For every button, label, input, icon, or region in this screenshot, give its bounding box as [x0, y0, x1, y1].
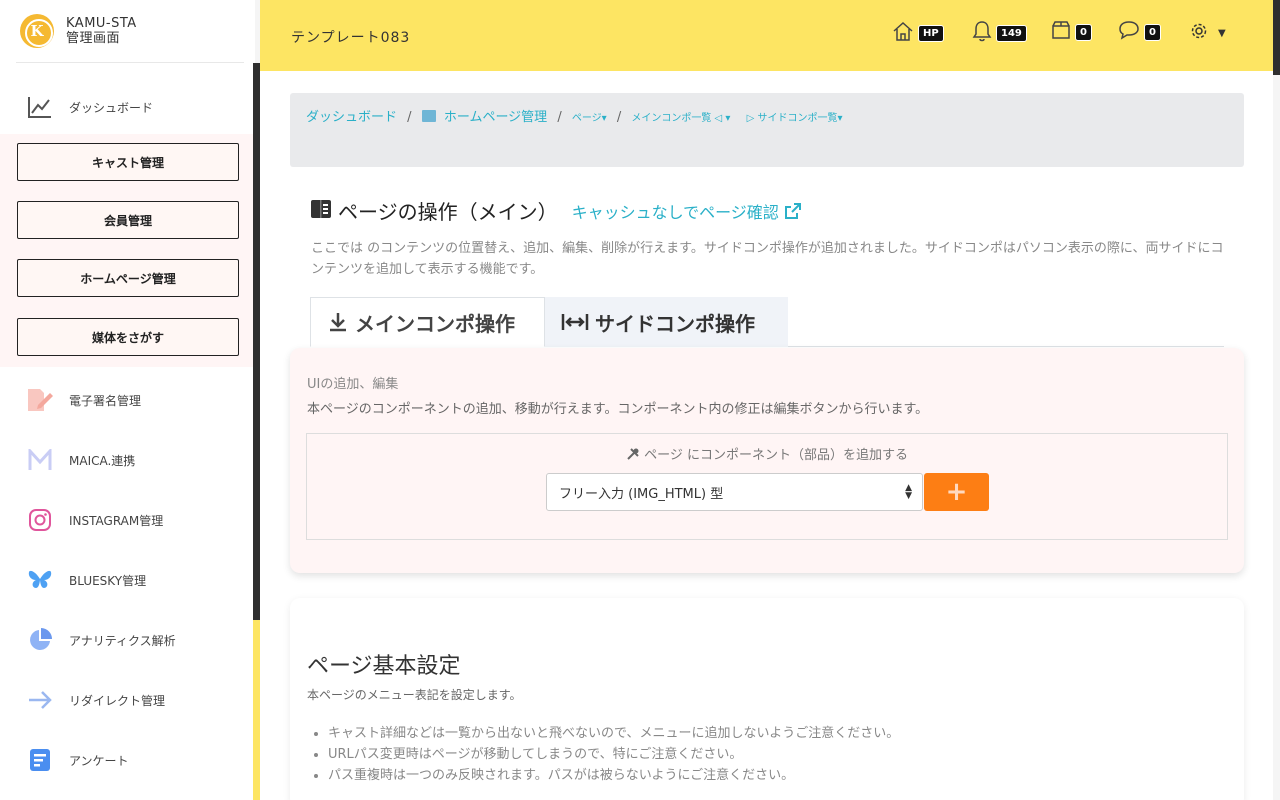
breadcrumb-separator: / [557, 110, 562, 125]
box-icon [1051, 20, 1071, 44]
find-media-button[interactable]: 媒体をさがす [17, 318, 239, 356]
divider [16, 62, 244, 63]
breadcrumb-side-list-dropdown[interactable]: ▷ サイドコンポ一覧▾ [747, 113, 843, 124]
page-title: ページの操作（メイン） [338, 200, 558, 224]
sidebar-item-survey[interactable]: アンケート [0, 730, 253, 790]
sidebar-rail-accent [253, 620, 260, 800]
sidebar-item-analytics[interactable]: アナリティクス解析 [0, 610, 253, 670]
breadcrumb-page-dropdown[interactable]: ページ▾ [572, 113, 607, 124]
external-link-icon [784, 202, 801, 219]
component-tabs: メインコンポ操作 サイドコンポ操作 [310, 297, 1224, 347]
tab-side-component[interactable]: サイドコンポ操作 [545, 297, 788, 347]
sidebar-item-label: BLUESKY管理 [69, 573, 147, 588]
component-type-select[interactable]: フリー入力 (IMG_HTML) 型 ▲ ▼ [546, 473, 923, 511]
sidebar-item-maica[interactable]: MAICA.連携 [0, 430, 253, 490]
list-item: パス重複時は一つのみ反映されます。パスがは被らないようにご注意ください。 [328, 765, 899, 786]
add-component-label: ページ にコンポーネント（部品）を追加する [307, 444, 1227, 463]
butterfly-icon [26, 566, 54, 594]
sidebar-item-redirect[interactable]: リダイレクト管理 [0, 670, 253, 730]
brand-text: KAMU-STA 管理画面 [66, 16, 137, 46]
brand-subtitle: 管理画面 [66, 31, 121, 46]
brand-name: KAMU-STA [66, 16, 137, 31]
form-icon [26, 746, 54, 774]
kamusta-logo-icon: K [20, 14, 54, 48]
message-count: 0 [1144, 23, 1161, 41]
cache-less-preview-link[interactable]: キャッシュなしでページ確認 [572, 199, 802, 223]
brand[interactable]: K KAMU-STA 管理画面 [20, 14, 137, 48]
top-header: テンプレート083 HP 149 0 0 ▼ [260, 0, 1273, 71]
sidebar-item-label: ダッシュボード [69, 100, 154, 115]
ui-edit-card: UIの追加、編集 本ページのコンポーネントの追加、移動が行えます。コンポーネント… [290, 348, 1244, 573]
list-item: キャスト詳細などは一覧から出ないと飛べないので、メニューに追加しないようご注意く… [328, 723, 899, 744]
sidebar-item-label: INSTAGRAM管理 [69, 513, 164, 528]
add-component-box: ページ にコンポーネント（部品）を追加する フリー入力 (IMG_HTML) 型… [306, 433, 1228, 540]
messages-button[interactable]: 0 [1118, 20, 1161, 44]
basic-settings-lead: 本ページのメニュー表記を設定します。 [307, 688, 522, 702]
tools-icon [626, 448, 644, 463]
book-icon [310, 199, 332, 223]
tab-main-component[interactable]: メインコンポ操作 [310, 297, 545, 347]
list-item: URLパス変更時はページが移動してしまうので、特にご注意ください。 [328, 744, 899, 765]
m-logo-icon [26, 446, 54, 474]
page-basic-settings-card: ページ基本設定 本ページのメニュー表記を設定します。 キャスト詳細などは一覧から… [290, 598, 1244, 800]
sidebar-item-esign[interactable]: 電子署名管理 [0, 370, 253, 430]
caret-down-icon: ▼ [1218, 27, 1226, 39]
arrow-right-icon [26, 686, 54, 714]
home-badge: HP [918, 24, 944, 42]
sidebar-item-dashboard[interactable]: ダッシュボード [0, 77, 253, 137]
basic-settings-notes: キャスト詳細などは一覧から出ないと飛べないので、メニューに追加しないようご注意く… [328, 723, 899, 786]
pen-document-icon [26, 386, 54, 414]
basic-settings-title: ページ基本設定 [307, 654, 461, 679]
member-management-button[interactable]: 会員管理 [17, 201, 239, 239]
add-component-button[interactable]: + [924, 473, 989, 511]
site-title: テンプレート083 [291, 30, 411, 46]
sidebar-item-instagram[interactable]: INSTAGRAM管理 [0, 490, 253, 550]
home-icon [892, 20, 914, 46]
homepage-link[interactable]: HP [892, 20, 944, 46]
homepage-management-button[interactable]: ホームページ管理 [17, 259, 239, 297]
sidebar-item-bluesky[interactable]: BLUESKY管理 [0, 550, 253, 610]
instagram-icon [26, 506, 54, 534]
sidebar-item-label: アンケート [69, 753, 129, 768]
select-arrows-icon: ▲ ▼ [905, 483, 912, 501]
box-button[interactable]: 0 [1051, 20, 1092, 44]
page-heading: ページの操作（メイン） キャッシュなしでページ確認 [310, 196, 802, 225]
page-scrollbar[interactable] [1273, 0, 1280, 75]
download-icon [330, 313, 346, 332]
page-description: ここでは のコンテンツの位置替え、追加、編集、削除が行えます。サイドコンポ操作が… [311, 241, 1224, 277]
ui-card-subtitle: UIの追加、編集 [307, 377, 399, 392]
breadcrumb-separator: / [616, 110, 622, 125]
breadcrumb-homepage[interactable]: ホームページ管理 [444, 110, 547, 125]
cast-management-button[interactable]: キャスト管理 [17, 143, 239, 181]
chat-bubble-icon [1118, 20, 1140, 44]
gear-icon [1190, 22, 1208, 44]
sidebar-item-label: MAICA.連携 [69, 453, 136, 468]
box-count: 0 [1075, 23, 1092, 41]
notifications-button[interactable]: 149 [972, 20, 1027, 46]
breadcrumb: ダッシュボード / ホームページ管理 / ページ▾ / メインコンポ一覧 ◁ ▾… [290, 93, 1244, 167]
breadcrumb-dashboard[interactable]: ダッシュボード [306, 110, 397, 125]
breadcrumb-separator: / [407, 110, 412, 125]
sidebar-item-label: リダイレクト管理 [69, 693, 166, 708]
sidebar: K KAMU-STA 管理画面 ダッシュボード キャスト管理 会員管理 ホームペ… [0, 0, 255, 800]
breadcrumb-main-list-dropdown[interactable]: メインコンポ一覧 ◁ ▾ [631, 113, 730, 124]
book-icon [421, 110, 436, 122]
sidebar-scrollbar[interactable] [253, 63, 260, 620]
sidebar-item-label: 電子署名管理 [69, 393, 142, 408]
settings-menu[interactable]: ▼ [1190, 22, 1226, 44]
sidebar-item-label: アナリティクス解析 [69, 633, 176, 648]
arrows-horizontal-icon [561, 314, 589, 330]
notification-count: 149 [996, 24, 1027, 42]
bell-icon [972, 20, 992, 46]
pie-chart-icon [26, 626, 54, 654]
ui-card-note: 本ページのコンポーネントの追加、移動が行えます。コンポーネント内の修正は編集ボタ… [307, 402, 929, 417]
line-chart-icon [26, 93, 54, 121]
